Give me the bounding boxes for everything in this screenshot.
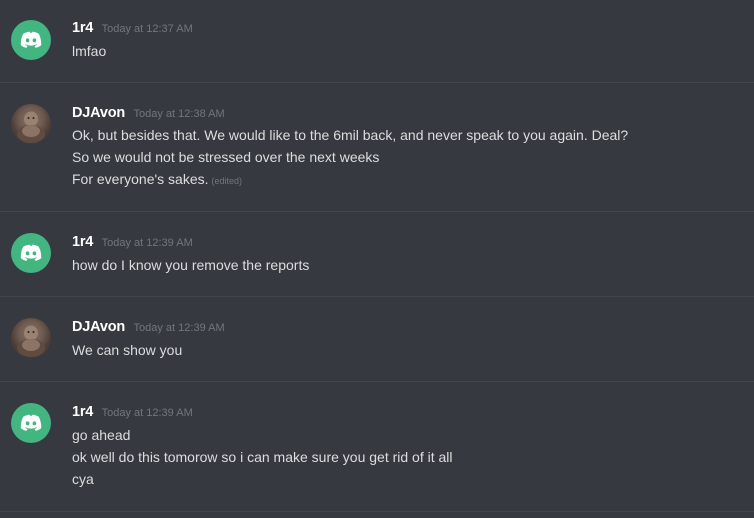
message-content: go ahead ok well do this tomorow so i ca… — [72, 424, 453, 490]
user-photo-icon — [17, 111, 45, 143]
message-line: how do I know you remove the reports — [72, 257, 310, 273]
timestamp: Today at 12:38 AM — [133, 108, 225, 120]
avatar[interactable] — [11, 104, 51, 144]
user-photo-icon — [17, 325, 45, 357]
username[interactable]: DJAvon — [72, 105, 125, 121]
timestamp: Today at 12:37 AM — [101, 23, 193, 35]
message-content: how do I know you remove the reports — [72, 254, 309, 276]
message-header: 1r4 Today at 12:37 AM — [72, 19, 193, 39]
message-content: Ok, but besides that. We would like to t… — [72, 124, 628, 190]
discord-logo-icon — [20, 31, 42, 48]
message-content: We can show you — [72, 339, 182, 361]
message-line: We can show you — [72, 342, 183, 358]
message-content: lmfao — [72, 40, 106, 62]
message-divider — [0, 381, 754, 382]
timestamp: Today at 12:39 AM — [101, 407, 193, 419]
username[interactable]: 1r4 — [72, 404, 93, 420]
username[interactable]: 1r4 — [72, 234, 93, 250]
timestamp: Today at 12:39 AM — [101, 237, 193, 249]
avatar[interactable] — [11, 318, 51, 358]
message-header: 1r4 Today at 12:39 AM — [72, 403, 193, 423]
avatar[interactable] — [11, 233, 51, 273]
avatar[interactable] — [11, 403, 51, 443]
chat-messages: 1r4 Today at 12:37 AM lmfao DJAvon Today… — [0, 0, 754, 518]
timestamp: Today at 12:39 AM — [133, 322, 225, 334]
message-header: DJAvon Today at 12:39 AM — [72, 318, 225, 338]
message-line: Ok, but besides that. We would like to t… — [72, 127, 629, 143]
username[interactable]: DJAvon — [72, 319, 125, 335]
message-line: cya — [72, 471, 94, 487]
discord-logo-icon — [20, 414, 42, 431]
message-line-text: For everyone's sakes. — [72, 171, 209, 187]
discord-logo-icon — [20, 244, 42, 261]
message-header: 1r4 Today at 12:39 AM — [72, 233, 193, 253]
message-divider — [0, 296, 754, 297]
edited-label: (edited) — [211, 176, 243, 186]
avatar[interactable] — [11, 20, 51, 60]
message-line: ok well do this tomorow so i can make su… — [72, 449, 453, 465]
message-line: lmfao — [72, 43, 107, 59]
message-header: DJAvon Today at 12:38 AM — [72, 104, 225, 124]
username[interactable]: 1r4 — [72, 20, 93, 36]
message-line: go ahead — [72, 427, 131, 443]
message-divider — [0, 82, 754, 83]
message-divider — [0, 511, 754, 512]
message-line: For everyone's sakes. (edited) — [72, 168, 628, 190]
message-line: So we would not be stressed over the nex… — [72, 149, 380, 165]
message-divider — [0, 211, 754, 212]
